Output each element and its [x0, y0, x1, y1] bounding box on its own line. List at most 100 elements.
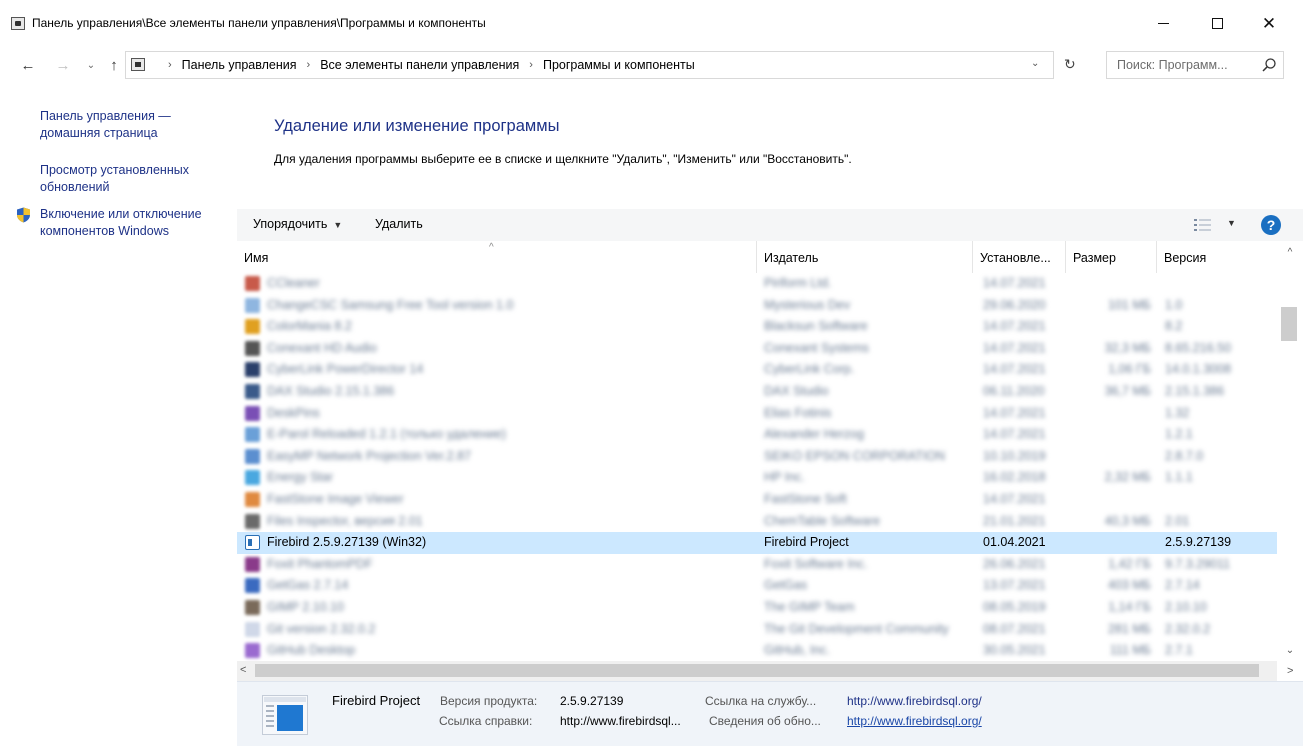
- scroll-right-icon[interactable]: >: [1287, 665, 1293, 677]
- table-row[interactable]: Files Inspector, версия 2.01 ChemTable So…: [237, 511, 1277, 533]
- address-bar[interactable]: › Панель управления › Все элементы панел…: [125, 51, 1054, 79]
- cell-date: 14.07.2021: [983, 340, 1046, 355]
- table-row[interactable]: CyberLink PowerDirector 14 CyberLink Corp…: [237, 359, 1277, 381]
- command-toolbar: Упорядочить ▼ Удалить ▼ ?: [237, 209, 1303, 241]
- table-row[interactable]: DAX Studio 2.15.1.386 DAX Studio 06.11.202…: [237, 381, 1277, 403]
- program-icon: [245, 297, 260, 313]
- close-button[interactable]: ✕: [1246, 0, 1292, 46]
- sidebar-link-installed-updates[interactable]: Просмотр установленных обновлений: [40, 162, 230, 196]
- scroll-left-icon[interactable]: <: [240, 664, 246, 676]
- cell-name: GIMP 2.10.10: [267, 599, 344, 614]
- search-input[interactable]: [1108, 53, 1258, 77]
- program-icon: [245, 470, 260, 486]
- details-support-link[interactable]: http://www.firebirdsql.org/: [847, 694, 982, 708]
- table-row[interactable]: Energy Star HP Inc. 16.02.2018 2,32 МБ 1.1.1: [237, 467, 1277, 489]
- minimize-icon: [1157, 22, 1169, 24]
- up-arrow-icon[interactable]: ↑: [104, 56, 124, 76]
- cell-date: 14.07.2021: [983, 276, 1046, 290]
- table-row[interactable]: GIMP 2.10.10 The GIMP Team 08.05.2019 1,14 …: [237, 597, 1277, 619]
- table-row[interactable]: GetGas 2.7.14 GetGas 13.07.2021 403 МБ 2.7.1…: [237, 575, 1277, 597]
- breadcrumb-control-panel[interactable]: Панель управления: [182, 58, 297, 72]
- forward-arrow-icon[interactable]: →: [53, 56, 73, 76]
- cell-name: FastStone Image Viewer: [267, 491, 404, 506]
- program-icon: [245, 276, 260, 291]
- refresh-icon[interactable]: ↻: [1064, 56, 1076, 73]
- cell-name: GitHub Desktop: [267, 643, 356, 658]
- breadcrumb-separator-icon[interactable]: ›: [307, 59, 311, 71]
- table-row[interactable]: EasyMP Network Projection Ver.2.87 SEIKO …: [237, 446, 1277, 468]
- address-dropdown-icon[interactable]: ⌄: [1031, 58, 1039, 69]
- column-header-size-label: Размер: [1073, 251, 1116, 265]
- recent-locations-chevron-icon[interactable]: ⌄: [81, 56, 101, 76]
- table-row[interactable]: ChangeCSC Samsung Free Tool version 1.0 M…: [237, 295, 1277, 317]
- minimize-button[interactable]: [1140, 0, 1186, 46]
- table-row[interactable]: GitHub Desktop GitHub, Inc. 30.05.2021 111 …: [237, 640, 1277, 662]
- breadcrumb-programs[interactable]: Программы и компоненты: [543, 58, 695, 72]
- cell-publisher: Alexander Herzog: [764, 427, 865, 442]
- table-row[interactable]: Git version 2.32.0.2 The Git Development …: [237, 619, 1277, 641]
- column-header-installed[interactable]: Установле...: [973, 241, 1066, 273]
- search-icon[interactable]: [1261, 57, 1277, 73]
- details-update-label: Сведения об обно...: [709, 714, 821, 728]
- cell-date: 13.07.2021: [983, 578, 1046, 593]
- breadcrumb-separator-icon[interactable]: ›: [529, 59, 533, 71]
- cell-version: 1.32: [1165, 405, 1190, 420]
- uninstall-button[interactable]: Удалить: [375, 217, 423, 231]
- cell-version: 1.2.1: [1165, 427, 1193, 442]
- cell-size: 2,32 МБ: [1104, 470, 1151, 485]
- details-help-link[interactable]: http://www.firebirdsql...: [560, 714, 681, 728]
- program-icon: [245, 383, 260, 399]
- cell-date: 06.11.2020: [983, 383, 1045, 398]
- navigation-bar: ← → ⌄ ↑ › Панель управления › Все элемен…: [0, 50, 1303, 82]
- cell-date: 01.04.2021: [983, 535, 1046, 550]
- cell-version: 2.32.0.2: [1165, 621, 1211, 636]
- vertical-scrollbar[interactable]: ^ ⌄: [1277, 241, 1303, 661]
- column-header-version[interactable]: Версия: [1157, 241, 1277, 273]
- cell-date: 26.06.2021: [983, 556, 1046, 571]
- details-version-label: Версия продукта:: [440, 694, 538, 708]
- breadcrumb-separator-icon[interactable]: ›: [168, 59, 172, 71]
- cell-version: 2.7.1: [1165, 643, 1193, 658]
- organize-dropdown-icon: ▼: [333, 220, 343, 230]
- sidebar-link-home[interactable]: Панель управления — домашняя страница: [40, 108, 230, 142]
- view-options-dropdown-icon[interactable]: ▼: [1227, 218, 1236, 228]
- cell-publisher: HP Inc.: [764, 470, 805, 485]
- organize-button[interactable]: Упорядочить ▼: [253, 217, 342, 231]
- cell-name: Firebird 2.5.9.27139 (Win32): [267, 535, 427, 550]
- search-box[interactable]: [1106, 51, 1284, 79]
- table-row[interactable]: E-Parol Reloaded 1.2.1 (только удаление)…: [237, 424, 1277, 446]
- sidebar-link-windows-features[interactable]: Включение или отключение компонентов Win…: [40, 206, 230, 240]
- column-header-size[interactable]: Размер: [1066, 241, 1157, 273]
- cell-size: 1,06 ГБ: [1108, 362, 1151, 377]
- back-arrow-icon[interactable]: ←: [18, 56, 38, 76]
- cell-publisher: Conexant Systems: [764, 340, 869, 355]
- cell-name: CyberLink PowerDirector 14: [267, 362, 424, 377]
- page-description: Для удаления программы выберите ее в спи…: [274, 152, 852, 166]
- help-icon[interactable]: ?: [1261, 215, 1281, 235]
- column-header-publisher-label: Издатель: [764, 251, 819, 265]
- table-row[interactable]: Firebird 2.5.9.27139 (Win32) Firebird Pro…: [237, 532, 1277, 554]
- details-view-icon[interactable]: [1194, 218, 1212, 232]
- table-row[interactable]: CCleaner Piriform Ltd. 14.07.2021: [237, 273, 1277, 295]
- breadcrumb-all-items[interactable]: Все элементы панели управления: [320, 58, 519, 72]
- table-row[interactable]: Conexant HD Audio Conexant Systems 14.07.2…: [237, 338, 1277, 360]
- table-row[interactable]: ColorMania 8.2 Blacksun Software 14.07.202…: [237, 316, 1277, 338]
- horizontal-scroll-thumb[interactable]: [255, 664, 1259, 677]
- table-row[interactable]: FastStone Image Viewer FastStone Soft 14.0…: [237, 489, 1277, 511]
- horizontal-scrollbar[interactable]: < >: [237, 661, 1293, 681]
- cell-name: Energy Star: [267, 470, 334, 485]
- program-icon: [245, 513, 260, 529]
- vertical-scroll-thumb[interactable]: [1281, 307, 1297, 341]
- scroll-down-icon[interactable]: ⌄: [1277, 645, 1303, 656]
- table-row[interactable]: Foxit PhantomPDF Foxit Software Inc. 26.06…: [237, 554, 1277, 576]
- cell-version: 1.0: [1165, 297, 1183, 312]
- table-row[interactable]: DeskPins Elias Fotinis 14.07.2021 1.32: [237, 403, 1277, 425]
- column-header-name[interactable]: Имя: [237, 241, 757, 273]
- scroll-up-icon[interactable]: ^: [1277, 247, 1303, 258]
- details-update-link[interactable]: http://www.firebirdsql.org/: [847, 714, 982, 728]
- column-header-publisher[interactable]: Издатель: [757, 241, 973, 273]
- maximize-button[interactable]: [1194, 0, 1240, 46]
- program-icon: [245, 621, 260, 637]
- cell-size: 403 МБ: [1108, 578, 1151, 593]
- column-header-name-label: Имя: [244, 251, 269, 265]
